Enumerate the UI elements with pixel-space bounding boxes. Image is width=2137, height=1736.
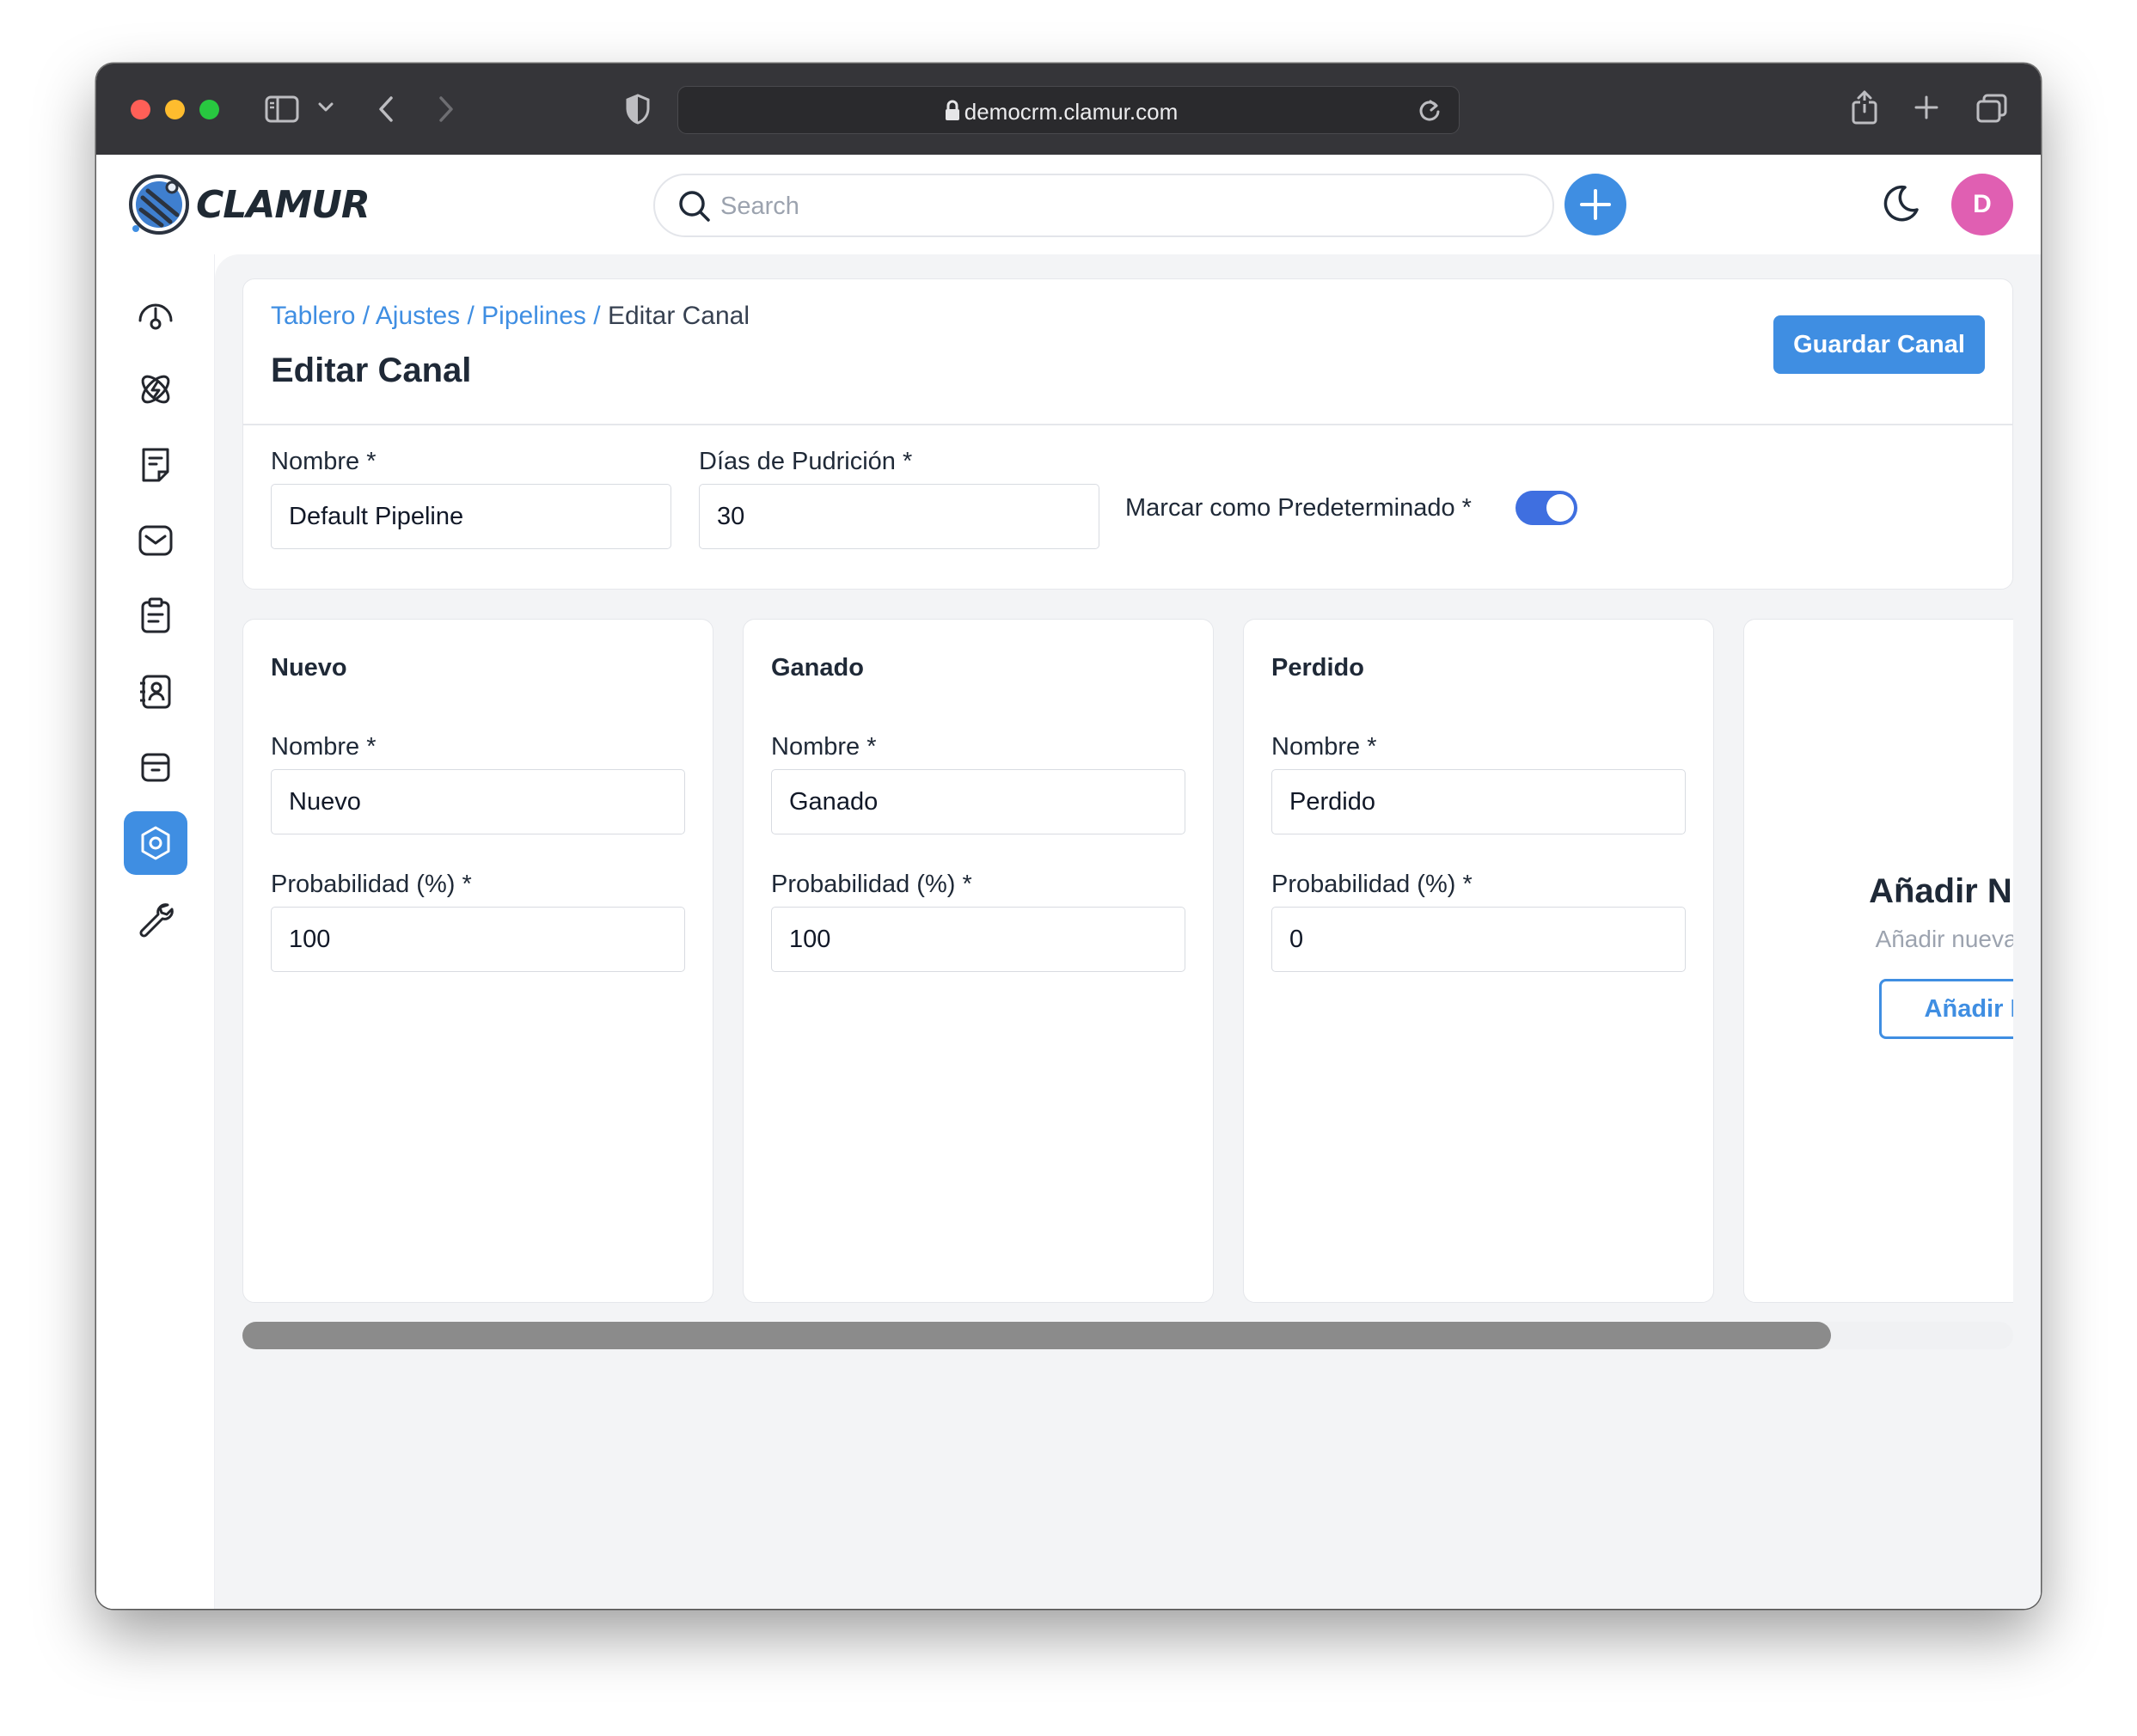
divider xyxy=(243,424,2012,425)
wrench-icon xyxy=(139,903,174,938)
tab-overview-icon[interactable] xyxy=(1975,93,2008,124)
stage-name-input[interactable] xyxy=(271,769,685,834)
browser-titlebar: democrm.clamur.com xyxy=(96,64,2041,155)
breadcrumb: Tablero / Ajustes / Pipelines / Editar C… xyxy=(271,302,750,331)
save-pipeline-button[interactable]: Guardar Canal xyxy=(1773,315,1985,374)
sidebar-item-leads[interactable] xyxy=(124,358,187,421)
search-input[interactable] xyxy=(720,191,1494,222)
breadcrumb-link-ajustes[interactable]: Ajustes xyxy=(376,302,460,330)
url-text: democrm.clamur.com xyxy=(964,99,1179,125)
breadcrumb-current: Editar Canal xyxy=(607,302,750,330)
breadcrumb-separator: / xyxy=(355,302,376,330)
stage-card-nuevo: Nuevo Nombre * Probabilidad (%) * xyxy=(242,619,713,1303)
mail-icon xyxy=(138,525,173,556)
privacy-shield-icon[interactable] xyxy=(624,93,652,125)
add-stage-card: Añadir Nueva Añadir nueva etapa Añadir E… xyxy=(1743,619,2013,1303)
sidebar-item-activities[interactable] xyxy=(124,584,187,648)
sidebar-item-configuration[interactable] xyxy=(124,887,187,951)
sidebar-item-mail[interactable] xyxy=(124,509,187,572)
contacts-icon xyxy=(140,675,171,709)
stages-scroll-area: Nuevo Nombre * Probabilidad (%) * Ganado… xyxy=(242,619,2013,1306)
user-avatar[interactable]: D xyxy=(1951,174,2013,235)
stage-title: Nuevo xyxy=(271,654,347,682)
toggle-knob xyxy=(1546,494,1574,522)
sidebar-item-contacts[interactable] xyxy=(124,660,187,724)
default-label: Marcar como Predeterminado * xyxy=(1125,494,1472,522)
stage-name-input[interactable] xyxy=(771,769,1185,834)
app-header: CLAMUR D xyxy=(96,155,2041,254)
main-content: Tablero / Ajustes / Pipelines / Editar C… xyxy=(215,254,2041,1609)
crm-app: CLAMUR D xyxy=(96,155,2041,1609)
stage-probability-input[interactable] xyxy=(771,907,1185,972)
maximize-window-button[interactable] xyxy=(199,100,219,119)
pipeline-name-input[interactable] xyxy=(271,484,671,549)
moon-icon xyxy=(1883,185,1919,222)
stage-card-ganado: Ganado Nombre * Probabilidad (%) * xyxy=(743,619,1214,1303)
address-bar[interactable]: democrm.clamur.com xyxy=(677,86,1460,134)
leads-icon xyxy=(141,375,170,404)
stage-probability-label: Probabilidad (%) * xyxy=(1271,871,1473,898)
quick-create-button[interactable] xyxy=(1564,174,1626,235)
breadcrumb-link-pipelines[interactable]: Pipelines xyxy=(481,302,586,330)
stage-name-label: Nombre * xyxy=(1271,733,1377,761)
search-icon xyxy=(679,191,710,222)
default-toggle[interactable] xyxy=(1515,491,1577,525)
stage-title: Perdido xyxy=(1271,654,1364,682)
dark-mode-toggle[interactable] xyxy=(1879,182,1922,229)
stage-card-perdido: Perdido Nombre * Probabilidad (%) * xyxy=(1243,619,1714,1303)
dashboard-icon xyxy=(138,303,173,330)
lock-icon xyxy=(944,100,961,122)
clamur-logo[interactable]: CLAMUR xyxy=(127,172,370,237)
products-icon xyxy=(141,753,170,782)
sidebar-item-products[interactable] xyxy=(124,736,187,799)
stage-title: Ganado xyxy=(771,654,864,682)
add-stage-subtitle: Añadir nueva etapa xyxy=(1875,926,2013,952)
clamur-logo-icon xyxy=(129,174,189,235)
rotten-days-input[interactable] xyxy=(699,484,1099,549)
breadcrumb-separator: / xyxy=(460,302,482,330)
scrollbar-thumb[interactable] xyxy=(242,1322,1831,1349)
sidebar-item-quotes[interactable] xyxy=(124,433,187,497)
back-icon[interactable] xyxy=(377,95,395,124)
search-box[interactable] xyxy=(653,174,1554,237)
chevron-down-icon[interactable] xyxy=(318,101,334,113)
pipeline-name-label: Nombre * xyxy=(271,448,377,475)
stage-name-label: Nombre * xyxy=(771,733,877,761)
stage-probability-input[interactable] xyxy=(1271,907,1686,972)
stage-name-label: Nombre * xyxy=(271,733,377,761)
logo-text: CLAMUR xyxy=(196,182,370,227)
breadcrumb-link-tablero[interactable]: Tablero xyxy=(271,302,355,330)
page-title: Editar Canal xyxy=(271,351,472,389)
rotten-days-label: Días de Pudrición * xyxy=(699,448,913,475)
new-tab-icon[interactable] xyxy=(1914,95,1939,120)
stage-probability-label: Probabilidad (%) * xyxy=(771,871,972,898)
minimize-window-button[interactable] xyxy=(165,100,185,119)
browser-window: democrm.clamur.com CLAMUR Search D Table… xyxy=(96,64,2041,1609)
close-window-button[interactable] xyxy=(131,100,150,119)
sidebar-item-dashboard[interactable] xyxy=(124,282,187,345)
forward-icon[interactable] xyxy=(437,95,456,124)
sidebar-item-settings[interactable] xyxy=(124,811,187,875)
breadcrumb-separator: / xyxy=(585,302,608,330)
quotes-icon xyxy=(142,448,169,482)
reload-icon[interactable] xyxy=(1418,97,1442,123)
add-stage-title: Añadir Nueva xyxy=(1869,872,2013,910)
sidebar xyxy=(96,254,215,1609)
horizontal-scrollbar[interactable] xyxy=(242,1322,2013,1349)
stage-probability-input[interactable] xyxy=(271,907,685,972)
stage-probability-label: Probabilidad (%) * xyxy=(271,871,472,898)
plus-icon xyxy=(1580,189,1611,220)
share-icon[interactable] xyxy=(1850,89,1879,125)
pipeline-card: Tablero / Ajustes / Pipelines / Editar C… xyxy=(242,278,2013,590)
sidebar-toggle-icon[interactable] xyxy=(265,95,299,124)
activities-icon xyxy=(141,597,170,633)
settings-icon xyxy=(141,826,170,860)
add-stage-button[interactable]: Añadir Et xyxy=(1879,979,2013,1039)
stage-name-input[interactable] xyxy=(1271,769,1686,834)
